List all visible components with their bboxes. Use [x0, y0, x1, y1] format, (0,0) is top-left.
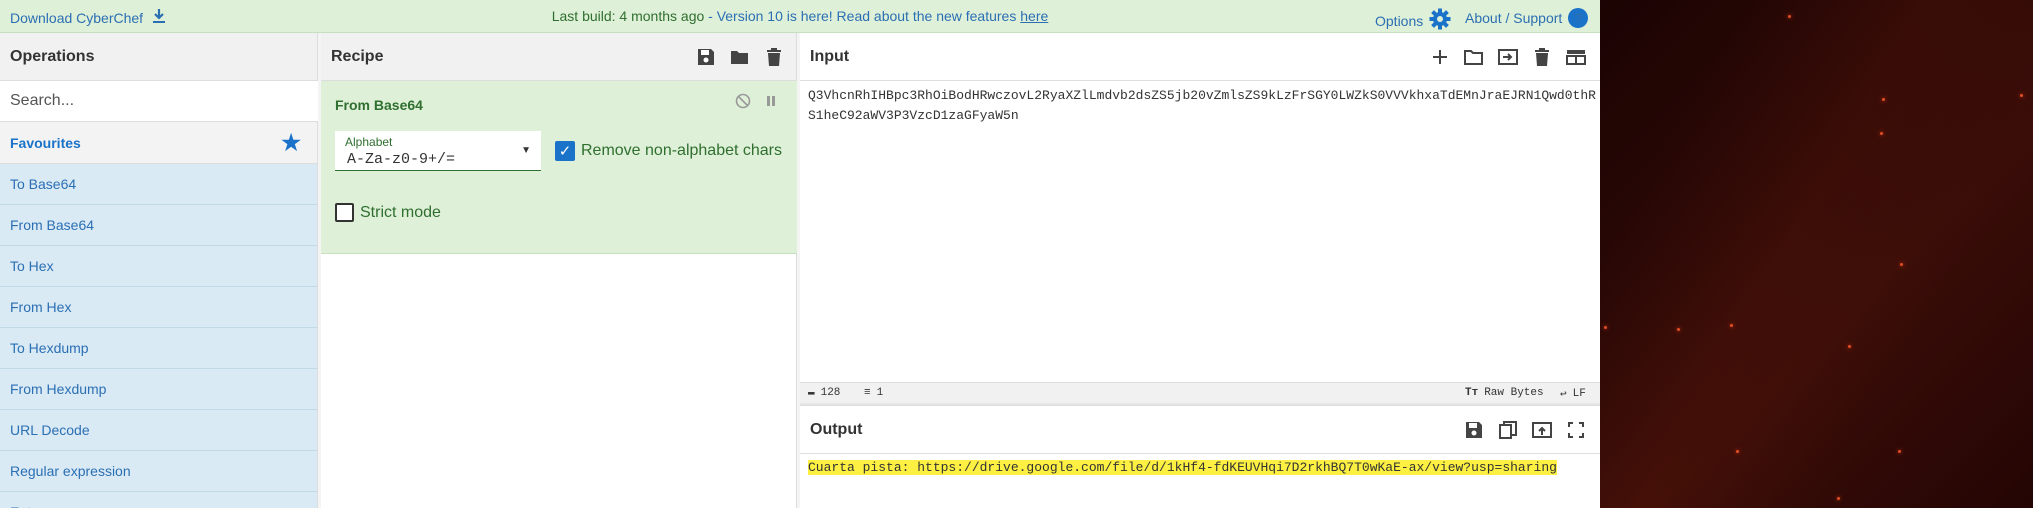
- ember-dot: [1837, 497, 1840, 500]
- operation-item[interactable]: Regular expression: [0, 451, 317, 492]
- ember-dot: [1882, 98, 1885, 101]
- alphabet-select[interactable]: Alphabet A-Za-z0-9+/= ▼: [335, 131, 541, 171]
- ember-dot: [1900, 263, 1903, 266]
- help-icon: ?: [1568, 8, 1589, 28]
- line-count-value: 1: [876, 387, 884, 399]
- operation-item[interactable]: Entropy: [0, 492, 317, 508]
- disable-icon[interactable]: [735, 93, 751, 112]
- operations-title: Operations: [0, 33, 317, 81]
- chevron-down-icon: ▼: [521, 145, 531, 156]
- text-format-icon: Tт: [1465, 387, 1479, 399]
- desktop-background: [1600, 0, 2033, 508]
- operation-item[interactable]: From Base64: [0, 205, 317, 246]
- operation-item[interactable]: URL Decode: [0, 410, 317, 451]
- ember-dot: [1677, 328, 1680, 331]
- build-prefix: Last build: 4 months ago: [551, 8, 705, 24]
- folder-open-icon[interactable]: [728, 45, 752, 69]
- star-icon[interactable]: ★: [281, 122, 301, 164]
- save-icon[interactable]: [694, 45, 718, 69]
- cyberchef-window: Download CyberChef Last build: 4 months …: [0, 0, 1600, 508]
- ember-dot: [1788, 15, 1791, 18]
- gear-icon: [1429, 8, 1451, 33]
- layout-icon[interactable]: [1564, 45, 1588, 69]
- trash-icon[interactable]: [762, 45, 786, 69]
- line-count: ≡ 1: [864, 387, 883, 399]
- output-toolbar: [1462, 418, 1588, 442]
- strict-mode-checkbox[interactable]: Strict mode: [335, 203, 441, 222]
- return-icon: ↩: [1560, 389, 1567, 401]
- ember-dot: [1604, 326, 1607, 329]
- recipe-operation-from-base64[interactable]: From Base64 Alphabet A-Za-z0-9+/= ▼ ✓ Re…: [321, 81, 797, 254]
- operation-name: From Base64: [335, 97, 423, 113]
- alphabet-value: A-Za-z0-9+/=: [347, 151, 456, 168]
- operation-item[interactable]: From Hex: [0, 287, 317, 328]
- open-folder-icon[interactable]: [1462, 45, 1486, 69]
- eol-value: LF: [1572, 388, 1586, 400]
- replace-input-icon[interactable]: [1530, 418, 1554, 442]
- favourites-category[interactable]: Favourites ★: [0, 122, 317, 164]
- ember-dot: [1848, 345, 1851, 348]
- about-label: About / Support: [1465, 10, 1563, 26]
- input-textarea[interactable]: Q3VhcnRhIHBpc3RhOiBodHRwczovL2RyaXZlLmdv…: [808, 86, 1598, 126]
- about-support-button[interactable]: About / Support ?: [1465, 8, 1589, 28]
- encoding-value: Raw Bytes: [1484, 387, 1544, 399]
- ember-dot: [1730, 324, 1733, 327]
- operation-item[interactable]: To Hexdump: [0, 328, 317, 369]
- desktop-light-streak: [1600, 0, 2033, 508]
- ember-dot: [2020, 94, 2023, 97]
- copy-icon[interactable]: [1496, 418, 1520, 442]
- alphabet-label: Alphabet: [345, 135, 393, 149]
- remove-nonalpha-label: Remove non-alphabet chars: [581, 142, 783, 159]
- build-message: - Version 10 is here! Read about the new…: [704, 8, 1021, 24]
- input-status-bar: ▬ 128 ≡ 1 Tт Raw Bytes ↩ LF: [800, 382, 1600, 404]
- ember-dot: [1736, 450, 1739, 453]
- pause-icon[interactable]: [765, 93, 777, 112]
- favourites-label: Favourites: [10, 135, 81, 151]
- build-notice: Last build: 4 months ago - Version 10 is…: [0, 8, 1600, 24]
- eol-selector[interactable]: ↩ LF: [1560, 387, 1586, 401]
- encoding-selector[interactable]: Tт Raw Bytes: [1465, 387, 1544, 399]
- ember-dot: [1880, 132, 1883, 135]
- recipe-panel: Recipe From Base64 Alphabet A-Za-z0-9+/=…: [321, 33, 797, 508]
- remove-nonalpha-checkbox[interactable]: ✓ Remove non-alphabet chars: [555, 141, 782, 161]
- options-label: Options: [1375, 12, 1424, 29]
- operations-search-input[interactable]: [0, 81, 318, 122]
- output-text[interactable]: Cuarta pista: https://drive.google.com/f…: [808, 458, 1598, 478]
- checkbox-unchecked-icon[interactable]: [335, 203, 354, 222]
- input-toolbar: [1428, 45, 1588, 69]
- top-banner: Download CyberChef Last build: 4 months …: [0, 0, 1600, 33]
- options-button[interactable]: Options: [1375, 8, 1451, 33]
- output-highlighted-text: Cuarta pista: https://drive.google.com/f…: [808, 460, 1557, 475]
- checkbox-checked-icon[interactable]: ✓: [555, 141, 575, 161]
- operation-item[interactable]: To Hex: [0, 246, 317, 287]
- ember-dot: [1898, 450, 1901, 453]
- operation-item[interactable]: From Hexdump: [0, 369, 317, 410]
- add-tab-icon[interactable]: [1428, 45, 1452, 69]
- strict-mode-label: Strict mode: [360, 203, 441, 221]
- input-panel: Input Q3VhcnRhIHBpc3RhOiBodHRwczovL2RyaX…: [800, 33, 1600, 404]
- save-icon[interactable]: [1462, 418, 1486, 442]
- operations-panel: Operations Favourites ★ To Base64 From B…: [0, 33, 318, 508]
- lines-icon: ≡: [864, 387, 871, 399]
- recipe-toolbar: [694, 45, 786, 69]
- open-file-icon[interactable]: [1496, 45, 1520, 69]
- operation-item[interactable]: To Base64: [0, 164, 317, 205]
- build-here-link[interactable]: here: [1020, 8, 1048, 24]
- trash-icon[interactable]: [1530, 45, 1554, 69]
- char-count-icon: ▬: [808, 387, 815, 399]
- output-panel: Output Cuarta pista: https://drive.googl…: [800, 405, 1600, 508]
- fullscreen-icon[interactable]: [1564, 418, 1588, 442]
- char-count: ▬ 128: [808, 387, 840, 399]
- char-count-value: 128: [820, 387, 841, 399]
- operation-controls: [735, 93, 777, 112]
